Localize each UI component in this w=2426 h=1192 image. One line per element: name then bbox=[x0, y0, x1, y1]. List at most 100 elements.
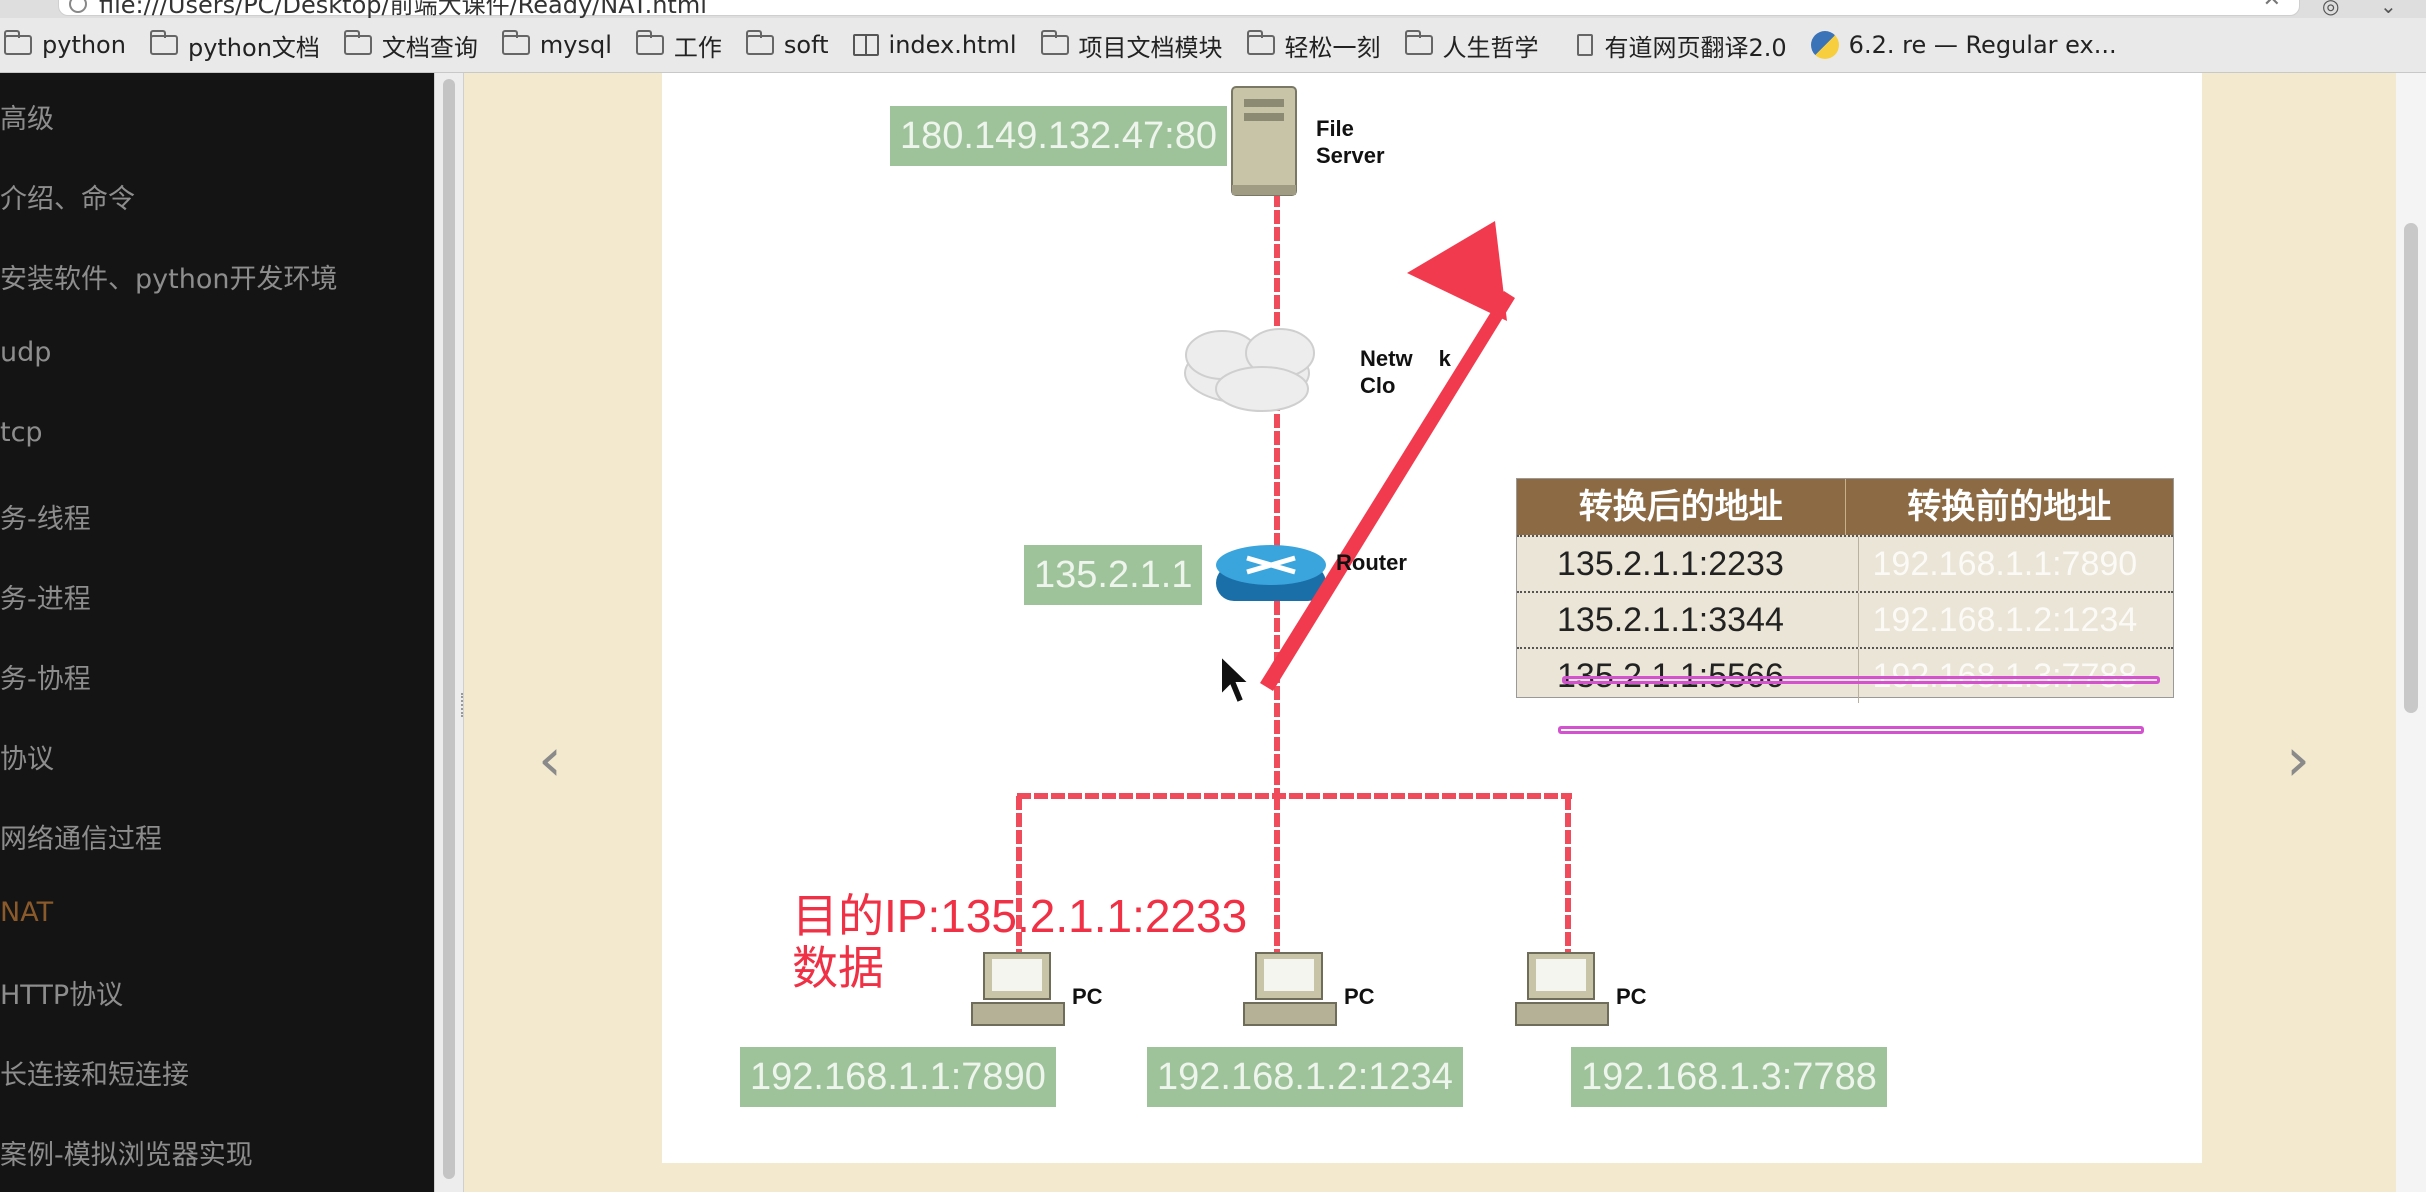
sidebar-item-install[interactable]: 安装软件、python开发环境 bbox=[0, 257, 337, 296]
destination-annotation: 目的IP:135.2.1.1:2233 数据 bbox=[792, 890, 1247, 994]
bookmark-label: 文档查询 bbox=[381, 33, 478, 62]
cell-after: 135.2.1.1:3344 bbox=[1557, 601, 1784, 639]
folder-icon bbox=[635, 30, 664, 55]
bookmark-project-docs[interactable]: 项目文档模块 bbox=[1040, 25, 1223, 65]
sidebar-scroll-thumb[interactable] bbox=[443, 79, 455, 1179]
table-row: 135.2.1.1:3344 192.168.1.2:1234 bbox=[1517, 591, 2173, 647]
folder-icon bbox=[1404, 30, 1433, 55]
sidebar-scrollbar[interactable] bbox=[434, 73, 464, 1192]
bookmark-label: 项目文档模块 bbox=[1078, 33, 1223, 62]
sidebar-item-network-process[interactable]: 网络通信过程 bbox=[0, 817, 162, 856]
cell-before: 192.168.1.1:7890 bbox=[1857, 537, 2174, 591]
server-label-line2: Server bbox=[1316, 143, 1385, 168]
page-icon bbox=[1576, 34, 1593, 56]
payload-text: 数据 bbox=[792, 942, 884, 994]
table-row: 135.2.1.1:5566 192.168.1.3:7788 bbox=[1517, 647, 2173, 703]
python-logo-icon bbox=[1810, 31, 1839, 59]
cloud-label-line2: Clo bbox=[1360, 373, 1396, 398]
cloud-label: Netw k Clo bbox=[1360, 345, 1451, 399]
cloud-icon bbox=[1184, 328, 1315, 412]
sidebar-item-udp[interactable]: udp bbox=[0, 337, 51, 368]
bookmarks-bar: python python文档 文档查询 mysql 工作 soft index… bbox=[0, 18, 2426, 73]
folder-icon bbox=[1040, 30, 1069, 55]
bookmark-youdao[interactable]: 有道网页翻译2.0 bbox=[1563, 25, 1787, 65]
clear-icon[interactable]: ✕ bbox=[2263, 0, 2281, 12]
bookmark-label: soft bbox=[783, 31, 829, 59]
sidebar-item-processes[interactable]: 务-进程 bbox=[0, 577, 91, 616]
cell-before: 192.168.1.2:1234 bbox=[1857, 593, 2174, 647]
table-header: 转换后的地址 转换前的地址 bbox=[1517, 479, 2173, 535]
folder-icon bbox=[745, 30, 774, 55]
pc2-label: PC bbox=[1344, 984, 1375, 1009]
bookmark-mysql[interactable]: mysql bbox=[501, 25, 612, 65]
bookmark-python-docs[interactable]: python文档 bbox=[149, 25, 320, 65]
page-scroll-thumb[interactable] bbox=[2404, 223, 2418, 713]
bookmark-label: 人生哲学 bbox=[1442, 33, 1539, 62]
bookmark-python[interactable]: python bbox=[4, 25, 126, 65]
address-bar-strip: file:///Users/PC/Desktop/前端大课件/Ready/NAT… bbox=[0, 0, 2426, 18]
destination-ip-text: 目的IP:135.2.1.1:2233 bbox=[792, 890, 1248, 942]
extension-icon[interactable]: ◎ bbox=[2322, 0, 2339, 18]
folder-icon bbox=[343, 30, 372, 55]
bookmark-label: mysql bbox=[539, 31, 612, 59]
router-ip-tag: 135.2.1.1 bbox=[1024, 545, 1203, 605]
bookmark-label: 6.2. re — Regular ex... bbox=[1848, 31, 2117, 59]
bookmark-work[interactable]: 工作 bbox=[635, 25, 722, 65]
router-label: Router bbox=[1336, 550, 1407, 575]
bookmark-label: index.html bbox=[888, 31, 1017, 59]
server-ip-tag: 180.149.132.47:80 bbox=[890, 106, 1227, 166]
red-arrow-annotation bbox=[1260, 221, 1515, 691]
cloud-label-line1-tail: k bbox=[1438, 346, 1451, 371]
sidebar-item-tcp[interactable]: tcp bbox=[0, 417, 43, 448]
cell-after: 135.2.1.1:2233 bbox=[1557, 545, 1784, 583]
mouse-cursor-icon bbox=[1220, 653, 1252, 705]
server-label: File Server bbox=[1316, 115, 1385, 169]
bookmark-soft[interactable]: soft bbox=[745, 25, 829, 65]
book-icon bbox=[852, 34, 879, 56]
folder-icon bbox=[4, 30, 32, 55]
sidebar-item-http[interactable]: HTTP协议 bbox=[0, 973, 123, 1012]
sidebar-item-advanced[interactable]: 高级 bbox=[0, 97, 54, 136]
header-before: 转换前的地址 bbox=[1907, 487, 2112, 527]
router-icon bbox=[1216, 545, 1326, 601]
folder-icon bbox=[149, 30, 178, 55]
sidebar-item-coroutines[interactable]: 务-协程 bbox=[0, 657, 91, 696]
bookmark-label: python bbox=[42, 31, 126, 59]
sidebar-item-intro[interactable]: 介绍、命令 bbox=[0, 177, 135, 216]
chevron-down-icon[interactable]: ⌄ bbox=[2380, 0, 2397, 18]
sidebar-item-keepalive[interactable]: 长连接和短连接 bbox=[0, 1053, 189, 1092]
bookmark-label: python文档 bbox=[187, 33, 320, 62]
sidebar-item-nat[interactable]: NAT bbox=[0, 897, 53, 928]
sidebar: 高级 介绍、命令 安装软件、python开发环境 udp tcp 务-线程 务-… bbox=[0, 73, 434, 1192]
pc1-ip-tag: 192.168.1.1:7890 bbox=[740, 1047, 1056, 1107]
pc2-ip-tag: 192.168.1.2:1234 bbox=[1147, 1047, 1463, 1107]
bookmark-index-html[interactable]: index.html bbox=[852, 25, 1017, 65]
file-server-icon bbox=[1231, 86, 1297, 196]
folder-icon bbox=[1246, 30, 1275, 55]
cloud-label-line1: Netw bbox=[1360, 346, 1413, 371]
sidebar-item-threads[interactable]: 务-线程 bbox=[0, 497, 91, 536]
bookmark-philosophy[interactable]: 人生哲学 bbox=[1404, 25, 1539, 65]
bookmark-relax[interactable]: 轻松一刻 bbox=[1246, 25, 1381, 65]
address-bar[interactable]: file:///Users/PC/Desktop/前端大课件/Ready/NAT… bbox=[58, 0, 2300, 18]
nat-diagram-slide: 180.149.132.47:80 135.2.1.1 192.168.1.1:… bbox=[662, 73, 2202, 1163]
pc3-ip-tag: 192.168.1.3:7788 bbox=[1571, 1047, 1887, 1107]
bookmark-doc-search[interactable]: 文档查询 bbox=[343, 25, 478, 65]
pc3-label: PC bbox=[1616, 984, 1647, 1009]
file-icon bbox=[69, 0, 87, 13]
header-after: 转换后的地址 bbox=[1517, 479, 1846, 535]
bookmark-python-re[interactable]: 6.2. re — Regular ex... bbox=[1810, 25, 2117, 65]
bookmark-label: 轻松一刻 bbox=[1284, 33, 1381, 62]
next-slide-icon[interactable]: › bbox=[2286, 730, 2310, 790]
prev-slide-icon[interactable]: ‹ bbox=[538, 730, 562, 790]
sidebar-item-browser-demo[interactable]: 案例-模拟浏览器实现 bbox=[0, 1133, 253, 1172]
folder-icon bbox=[501, 30, 530, 55]
url-text[interactable]: file:///Users/PC/Desktop/前端大课件/Ready/NAT… bbox=[99, 0, 707, 18]
page-scrollbar[interactable] bbox=[2396, 73, 2426, 1192]
bookmark-label: 有道网页翻译2.0 bbox=[1604, 33, 1787, 62]
sidebar-item-protocol[interactable]: 协议 bbox=[0, 737, 54, 776]
nat-translation-table: 转换后的地址 转换前的地址 135.2.1.1:2233 192.168.1.1… bbox=[1516, 478, 2174, 703]
server-label-line1: File bbox=[1316, 116, 1354, 141]
bookmark-label: 工作 bbox=[673, 33, 722, 62]
row-highlight-mark bbox=[1562, 676, 2160, 684]
